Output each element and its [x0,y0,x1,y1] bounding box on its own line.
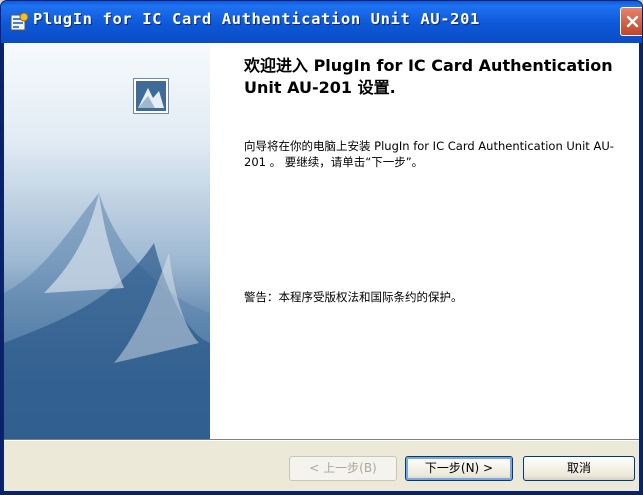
wizard-banner [4,43,210,439]
cancel-button[interactable]: 取消 [523,456,635,481]
next-button[interactable]: 下一步(N) > [405,456,513,481]
welcome-heading: 欢迎进入 PlugIn for IC Card Authentication U… [244,56,613,97]
close-icon [626,15,639,28]
back-button[interactable]: < 上一步(B) [289,456,397,481]
product-logo-icon [133,78,169,114]
wizard-client-area: 欢迎进入 PlugIn for IC Card Authentication U… [4,43,639,491]
installer-window: PlugIn for IC Card Authentication Unit A… [0,0,643,495]
title-bar[interactable]: PlugIn for IC Card Authentication Unit A… [1,1,642,43]
installer-icon [9,12,29,32]
intro-text: 向导将在你的电脑上安装 PlugIn for IC Card Authentic… [244,139,614,169]
wizard-content: 欢迎进入 PlugIn for IC Card Authentication U… [210,43,639,439]
copyright-warning: 警告：本程序受版权法和国际条约的保护。 [244,290,463,304]
wizard-button-bar: < 上一步(B) 下一步(N) > 取消 [4,441,639,491]
close-button[interactable] [620,7,642,36]
window-title: PlugIn for IC Card Authentication Unit A… [33,10,480,28]
banner-graphic [4,193,210,439]
